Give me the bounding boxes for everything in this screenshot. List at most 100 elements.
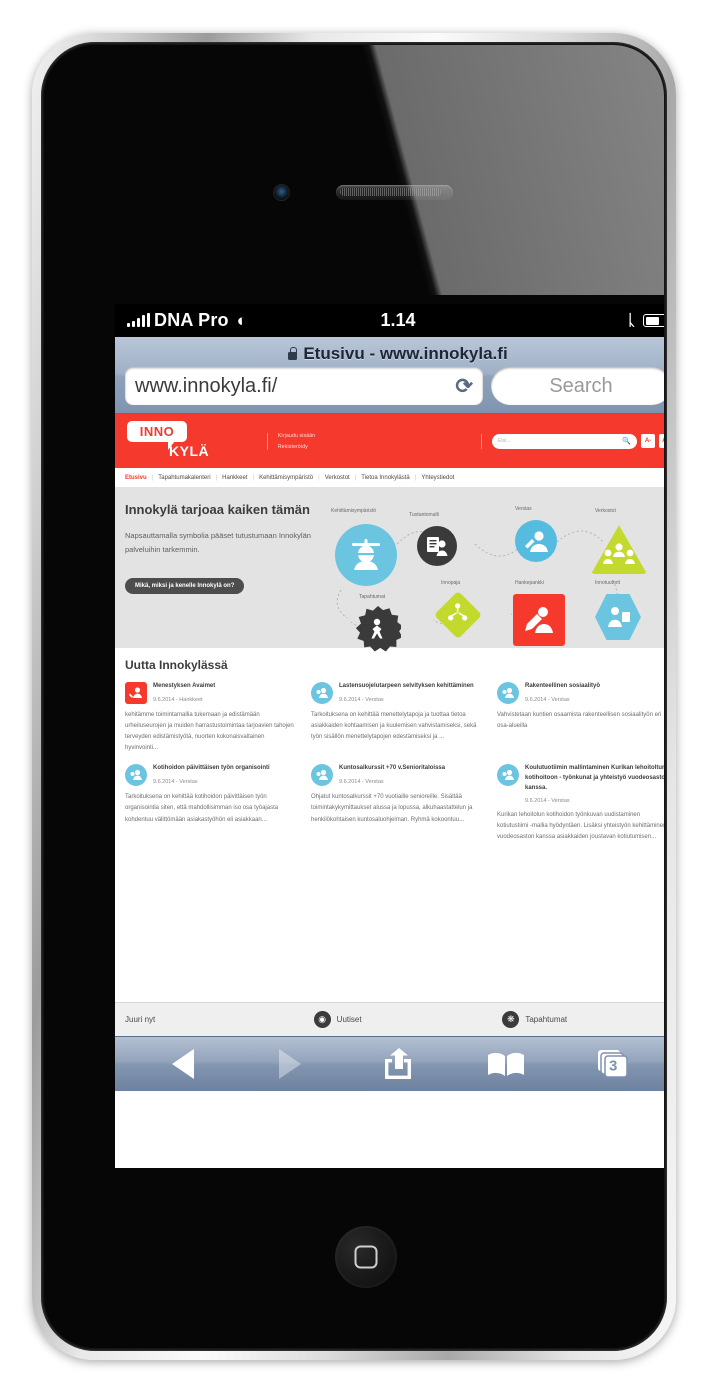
- login-link[interactable]: Kirjaudu sisään: [278, 433, 315, 439]
- site-search-input[interactable]: Etsi... 🔍: [492, 433, 637, 449]
- url-row: www.innokyla.fi/ ⟳ Search: [115, 367, 664, 405]
- bookmarks-icon: [486, 1050, 526, 1078]
- nav-item-tapahtumakalenteri[interactable]: Tapahtumakalenteri: [158, 475, 210, 481]
- safari-bottom-toolbar: 3: [115, 1036, 664, 1091]
- card-body: Kurikan lehoitolun kotihoidon työnkuvan …: [497, 812, 664, 841]
- news-grid: Menestyksen Avaimet 9.6.2014 - Hankkeet …: [125, 682, 664, 843]
- hero-text-block: Innokylä tarjoaa kaiken tämän Napsauttam…: [125, 502, 325, 648]
- page-title-bar: Etusivu - www.innokyla.fi: [115, 341, 664, 367]
- node-label-verstas: Verstas: [515, 506, 532, 512]
- battery-icon: [643, 314, 664, 327]
- back-button[interactable]: [153, 1044, 213, 1084]
- hero-subtitle: Napsauttamalla symbolia pääset tutustuma…: [125, 531, 311, 555]
- card-body: Vahvistetaan kuntien osaamista rakenteel…: [497, 712, 662, 730]
- news-card[interactable]: Rakenteellinen sosiaalityö 9.6.2014 - Ve…: [497, 682, 664, 754]
- register-link[interactable]: Rekisteröidy: [278, 444, 315, 450]
- site-tab-label: Uutiset: [336, 1015, 362, 1024]
- card-body: Tarkoituksena on kehittää menettelytapoj…: [311, 712, 477, 741]
- hero-service-graph: Kehittämisympäristö Tuotantomalli Versta…: [325, 502, 664, 652]
- nav-item-etusivu[interactable]: Etusivu: [125, 475, 147, 481]
- card-title-block: Lastensuojelutarpeen selvityksen kehittä…: [339, 682, 474, 704]
- hero-section: Innokylä tarjoaa kaiken tämän Napsauttam…: [115, 488, 664, 652]
- node-label-kehittamisymparisto: Kehittämisympäristö: [331, 508, 377, 514]
- node-verstas[interactable]: [515, 520, 557, 562]
- tabs-button[interactable]: 3: [583, 1044, 643, 1084]
- home-square-icon: [354, 1245, 378, 1269]
- search-icon[interactable]: 🔍: [622, 437, 631, 445]
- person-group-icon: [497, 764, 519, 787]
- site-tab-label: Tapahtumat: [525, 1015, 568, 1024]
- nav-item-tietoa-innokylasta[interactable]: Tietoa Innokylästä: [361, 475, 409, 481]
- address-bar[interactable]: www.innokyla.fi/ ⟳: [125, 367, 483, 405]
- person-star-icon: [371, 618, 383, 639]
- card-title: Rakenteellinen sosiaalityö: [525, 683, 601, 689]
- node-hankepankki[interactable]: [513, 594, 565, 646]
- nav-item-yhteystiedot[interactable]: Yhteystiedot: [421, 475, 454, 481]
- site-tab-uutiset[interactable]: ◉ Uutiset: [304, 1011, 493, 1028]
- card-head: Koulutuotiimin mallintaminen Kurikan leh…: [497, 764, 664, 804]
- status-bar: DNA Pro ◐ 1.14 ᚳ: [115, 304, 664, 337]
- reload-icon[interactable]: ⟳: [455, 374, 473, 399]
- front-camera-icon: [273, 184, 290, 201]
- person-group-icon: [125, 764, 147, 787]
- node-tuotantomalli[interactable]: [417, 526, 457, 566]
- safari-top-chrome: Etusivu - www.innokyla.fi www.innokyla.f…: [115, 337, 664, 414]
- news-heading: Uutta Innokylässä: [125, 658, 228, 672]
- text-size-increase-button[interactable]: A+: [659, 434, 664, 448]
- hero-title: Innokylä tarjoaa kaiken tämän: [125, 502, 310, 517]
- home-button[interactable]: [335, 1226, 397, 1288]
- propeller-person-icon: [352, 539, 380, 570]
- share-button[interactable]: [368, 1044, 428, 1084]
- nav-separator: |: [151, 474, 154, 481]
- news-card[interactable]: Kotihoidon päivittäisen työn organisoint…: [125, 764, 299, 843]
- news-section: Uutta Innokylässä Menestyksen Avaimet 9.…: [115, 648, 664, 844]
- site-tab-juuri-nyt[interactable]: Juuri nyt: [115, 1015, 304, 1024]
- phone-frame: DNA Pro ◐ 1.14 ᚳ Etusivu - www.innokyla.…: [32, 33, 676, 1360]
- person-group-icon: [311, 682, 333, 704]
- forward-arrow-icon: [279, 1049, 302, 1079]
- news-gear-icon: ◉: [313, 1011, 331, 1028]
- card-title-block: Kuntosalkurssit +70 v.Senioritaloissa 9.…: [339, 764, 445, 786]
- card-meta: 9.6.2014 - Verstas: [339, 696, 384, 703]
- event-gear-icon: ❋: [502, 1011, 520, 1028]
- node-kehittamisymparisto[interactable]: [335, 524, 397, 586]
- nav-item-kehittamisymparisto[interactable]: Kehittämisympäristö: [259, 475, 313, 481]
- site-logo[interactable]: INNO KYLÄ: [123, 418, 215, 464]
- nav-separator: |: [215, 474, 218, 481]
- webpage-viewport[interactable]: INNO KYLÄ Kirjaudu sisään Rekisteröidy E…: [115, 414, 664, 1036]
- news-card[interactable]: Lastensuojelutarpeen selvityksen kehittä…: [311, 682, 485, 754]
- status-right-group: ᚳ: [627, 312, 664, 329]
- person-group-icon: [497, 682, 519, 704]
- forward-button[interactable]: [260, 1044, 320, 1084]
- text-size-decrease-button[interactable]: A-: [641, 434, 655, 448]
- bluetooth-icon: ᚳ: [626, 312, 636, 329]
- nav-item-verkostot[interactable]: Verkostot: [325, 475, 350, 481]
- nav-separator: |: [354, 474, 357, 481]
- person-group-icon: [311, 764, 333, 787]
- card-body: Ohjatut kuntosalkurssit +70 vuotiaille s…: [311, 794, 473, 823]
- news-card[interactable]: Menestyksen Avaimet 9.6.2014 - Hankkeet …: [125, 682, 299, 754]
- news-card[interactable]: Koulutuotiimin mallintaminen Kurikan leh…: [497, 764, 664, 843]
- site-tab-tapahtumat[interactable]: ❋ Tapahtumat: [492, 1011, 664, 1028]
- hero-cta-button[interactable]: Mikä, miksi ja kenelle Innokylä on?: [125, 577, 245, 594]
- header-account-links: Kirjaudu sisään Rekisteröidy: [267, 432, 315, 450]
- search-placeholder: Search: [549, 374, 613, 397]
- document-person-icon: [427, 537, 448, 556]
- bookmarks-button[interactable]: [476, 1044, 536, 1084]
- node-label-verkostot: Verkostot: [595, 508, 616, 514]
- node-label-innotuutorit: Innotuutorit: [595, 580, 621, 586]
- card-body: kehitämme toimintamallia tukemaan ja edi…: [125, 712, 294, 752]
- battery-level: [645, 316, 659, 325]
- phone-bezel: DNA Pro ◐ 1.14 ᚳ Etusivu - www.innokyla.…: [41, 42, 667, 1351]
- person-heart-icon: [125, 682, 147, 704]
- search-input[interactable]: Search: [491, 367, 664, 405]
- card-title: Kuntosalkurssit +70 v.Senioritaloissa: [339, 765, 446, 772]
- card-head: Lastensuojelutarpeen selvityksen kehittä…: [311, 682, 485, 704]
- site-header: INNO KYLÄ Kirjaudu sisään Rekisteröidy E…: [115, 414, 664, 468]
- news-card[interactable]: Kuntosalkurssit +70 v.Senioritaloissa 9.…: [311, 764, 485, 843]
- site-tab-bar: Juuri nyt ◉ Uutiset ❋ Tapahtumat: [115, 1002, 664, 1036]
- earpiece-speaker: [336, 185, 453, 200]
- card-head: Kuntosalkurssit +70 v.Senioritaloissa 9.…: [311, 764, 485, 787]
- share-icon: [381, 1048, 415, 1080]
- nav-item-hankkeet[interactable]: Hankkeet: [222, 475, 247, 481]
